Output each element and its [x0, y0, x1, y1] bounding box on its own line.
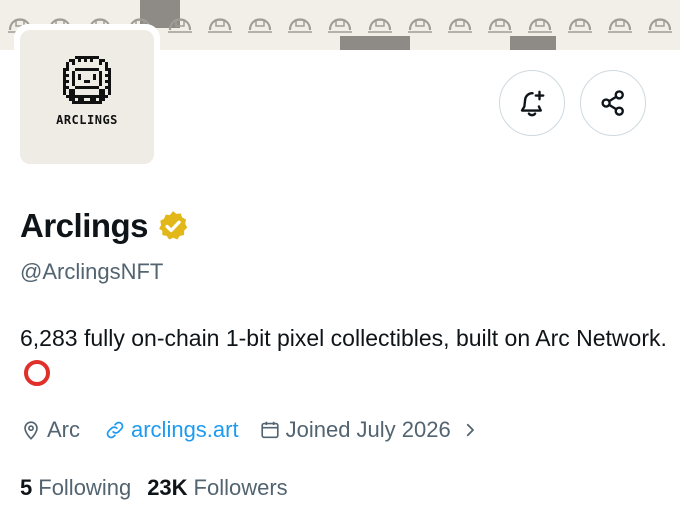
- banner-creature-icon: [400, 2, 440, 40]
- banner-creature-icon: [480, 2, 520, 40]
- display-name: Arclings: [20, 207, 149, 244]
- avatar-wordmark: ARCLINGS: [56, 113, 118, 127]
- profile-avatar[interactable]: ARCLINGS: [14, 24, 160, 170]
- banner-creature-icon: [640, 2, 680, 40]
- verified-badge-icon[interactable]: [156, 209, 190, 243]
- following-count: 5: [20, 475, 33, 500]
- banner-creature-icon: [360, 2, 400, 40]
- bell-plus-icon: [520, 90, 545, 117]
- banner-creature-icon: [560, 2, 600, 40]
- banner-creature-icon: [520, 2, 560, 40]
- website-link[interactable]: arclings.art: [104, 417, 239, 443]
- chevron-right-icon[interactable]: [461, 421, 479, 439]
- banner-creature-icon: [160, 2, 200, 40]
- calendar-icon: [260, 421, 279, 439]
- notify-button[interactable]: [499, 70, 565, 136]
- following-label: Following: [38, 475, 132, 500]
- followers-count: 23K: [147, 475, 188, 500]
- profile-stats: 5 Following 23K Followers: [20, 475, 304, 501]
- banner-creature-icon: [320, 2, 360, 40]
- avatar-image: ARCLINGS: [20, 30, 154, 164]
- share-button[interactable]: [580, 70, 646, 136]
- share-icon: [601, 90, 624, 116]
- bio-text: 6,283 fully on-chain 1-bit pixel collect…: [20, 325, 667, 351]
- profile-bio: 6,283 fully on-chain 1-bit pixel collect…: [20, 320, 670, 392]
- banner-creature-icon: [280, 2, 320, 40]
- arclings-logo-icon: [63, 56, 111, 104]
- banner-creature-icon: [240, 2, 280, 40]
- banner-creature-icon: [440, 2, 480, 40]
- banner-creature-icon: [200, 2, 240, 40]
- location-pin-icon: [24, 421, 38, 440]
- banner-creature-icon: [600, 2, 640, 40]
- website-text[interactable]: arclings.art: [131, 417, 239, 443]
- location-text: Arc: [47, 417, 80, 442]
- red-circle-emoji: [24, 360, 50, 386]
- following-stat[interactable]: 5 Following: [20, 475, 131, 501]
- followers-stat[interactable]: 23K Followers: [147, 475, 288, 501]
- profile-handle: @ArclingsNFT: [20, 259, 164, 284]
- joined-text: Joined July 2026: [285, 417, 451, 442]
- location-item: Arc: [20, 417, 80, 443]
- link-icon: [106, 421, 124, 439]
- profile-meta: Arc arclings.art Joined July 2026: [20, 417, 479, 443]
- profile-name-row: Arclings: [20, 207, 190, 245]
- followers-label: Followers: [193, 475, 288, 500]
- joined-item: Joined July 2026: [259, 417, 451, 443]
